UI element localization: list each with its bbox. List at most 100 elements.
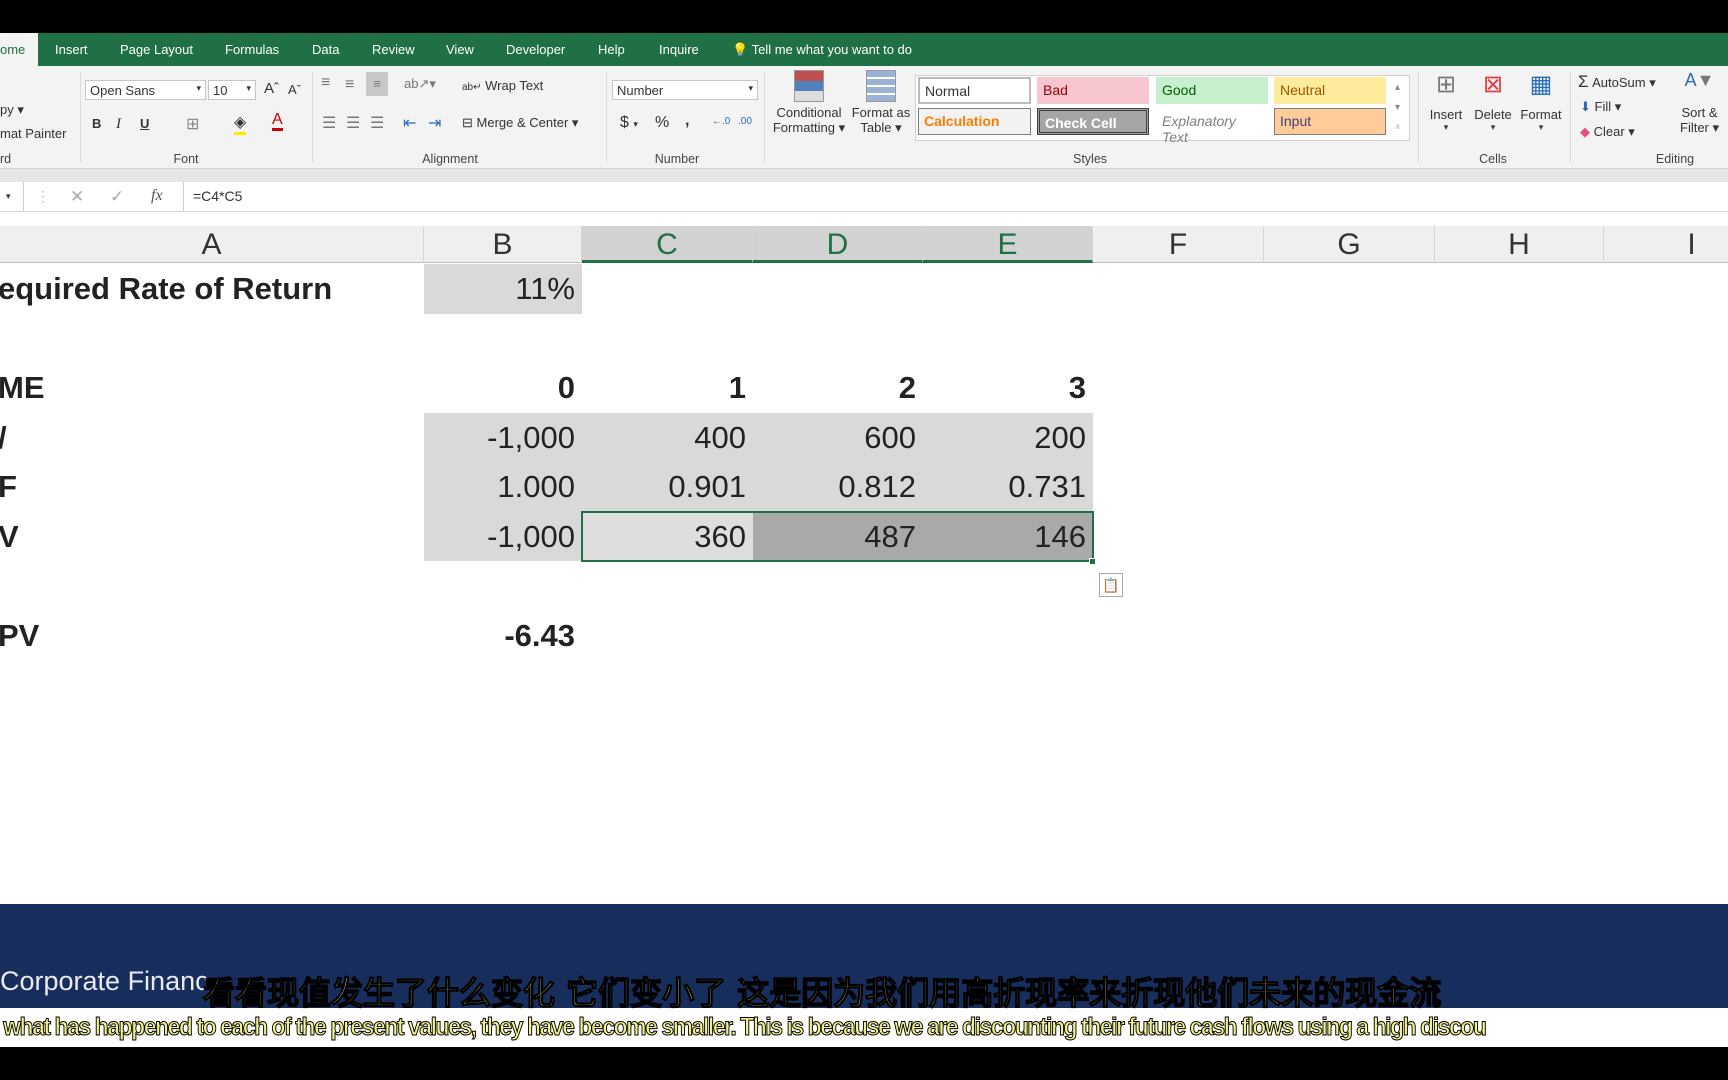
tab-formulas[interactable]: Formulas — [225, 42, 279, 57]
formula-input[interactable]: =C4*C5 — [193, 188, 242, 204]
style-check-cell[interactable]: Check Cell — [1037, 108, 1149, 135]
increase-indent-icon[interactable]: ⇥ — [428, 113, 441, 133]
tab-developer[interactable]: Developer — [506, 42, 565, 57]
cell-b3[interactable]: 0 — [424, 363, 582, 413]
cell-c3[interactable]: 1 — [582, 363, 753, 413]
cancel-icon[interactable]: ✕ — [70, 187, 84, 207]
font-size-select[interactable]: 10 ▾ — [208, 80, 256, 100]
cell-b6[interactable]: -1,000 — [424, 511, 582, 561]
tab-page-layout[interactable]: Page Layout — [120, 42, 193, 57]
wrap-text-button[interactable]: ab↵ Wrap Text — [462, 78, 543, 93]
name-box-dropdown[interactable]: ▾ — [0, 182, 24, 211]
fill-handle[interactable] — [1089, 558, 1096, 565]
column-header-g[interactable]: G — [1264, 226, 1435, 263]
tab-help[interactable]: Help — [598, 42, 625, 57]
cell-e3[interactable]: 3 — [923, 363, 1093, 413]
align-left-icon[interactable]: ☰ — [322, 113, 336, 133]
insert-function-icon[interactable]: fx — [151, 187, 163, 205]
cell-b5[interactable]: 1.000 — [424, 462, 582, 512]
cell-d5[interactable]: 0.812 — [753, 462, 923, 512]
column-header-h[interactable]: H — [1435, 226, 1604, 263]
style-bad[interactable]: Bad — [1037, 77, 1149, 104]
enter-icon[interactable]: ✓ — [110, 187, 124, 207]
underline-button[interactable]: U — [140, 116, 149, 131]
top-align-icon[interactable]: ≡ — [321, 74, 330, 92]
fill-color-icon[interactable]: ◈ — [234, 112, 247, 135]
format-cells-button[interactable]: ▦ Format ▾ — [1518, 70, 1564, 133]
cell-e4[interactable]: 200 — [923, 412, 1093, 462]
bottom-align-icon[interactable]: ≡ — [366, 72, 388, 96]
italic-button[interactable]: I — [116, 116, 121, 133]
format-cells-icon: ▦ — [1529, 71, 1553, 98]
number-format-select[interactable]: Number ▾ — [612, 80, 758, 100]
format-painter-button[interactable]: mat Painter — [0, 126, 66, 141]
style-good[interactable]: Good — [1156, 77, 1268, 104]
column-header-d[interactable]: D — [753, 226, 923, 263]
column-header-f[interactable]: F — [1093, 226, 1264, 263]
column-header-a[interactable]: A — [0, 226, 424, 263]
cell-c5[interactable]: 0.901 — [582, 462, 753, 512]
clear-button[interactable]: ◆ Clear ▾ — [1580, 124, 1635, 140]
tell-me-search[interactable]: 💡 Tell me what you want to do — [732, 42, 912, 58]
increase-decimal-button[interactable]: ←.0 — [712, 116, 730, 127]
cell-a6[interactable]: V — [0, 512, 424, 562]
style-input[interactable]: Input — [1274, 108, 1386, 135]
cell-a8[interactable]: PV — [0, 611, 424, 661]
column-header-i[interactable]: I — [1604, 226, 1728, 263]
style-calculation[interactable]: Calculation — [918, 108, 1031, 135]
cell-c6[interactable]: 360 — [582, 511, 753, 561]
sort-filter-button[interactable]: A▼ Sort & Filter ▾ — [1680, 70, 1719, 136]
styles-scroll-buttons[interactable]: ▴ ▾ ⩡ — [1395, 78, 1401, 138]
autosum-button[interactable]: Σ AutoSum ▾ — [1578, 72, 1656, 92]
currency-button[interactable]: $ ▾ — [620, 114, 638, 132]
tab-view[interactable]: View — [446, 42, 474, 57]
font-color-icon[interactable]: A — [272, 112, 283, 131]
cell-a5[interactable]: F — [0, 462, 424, 512]
style-normal[interactable]: Normal — [918, 77, 1031, 104]
align-right-icon[interactable]: ☰ — [370, 113, 384, 133]
cell-a4[interactable]: / — [0, 413, 424, 463]
tab-inquire[interactable]: Inquire — [659, 42, 699, 57]
cell-e6[interactable]: 146 — [923, 511, 1093, 561]
tab-review[interactable]: Review — [372, 42, 415, 57]
quick-analysis-icon[interactable]: 📋 — [1099, 573, 1123, 597]
delete-cells-button[interactable]: ⊠ Delete ▾ — [1472, 70, 1514, 133]
cell-d6[interactable]: 487 — [753, 511, 923, 561]
fill-button[interactable]: ⬇ Fill ▾ — [1580, 99, 1621, 115]
cell-d4[interactable]: 600 — [753, 412, 923, 462]
decrease-decimal-button[interactable]: .00 — [738, 116, 752, 127]
cell-c4[interactable]: 400 — [582, 412, 753, 462]
column-header-c[interactable]: C — [582, 226, 753, 263]
cell-b1[interactable]: 11% — [424, 264, 582, 314]
font-name-select[interactable]: Open Sans ▾ — [85, 80, 206, 100]
decrease-indent-icon[interactable]: ⇤ — [403, 113, 416, 133]
copy-button[interactable]: py ▾ — [0, 102, 24, 118]
cell-e5[interactable]: 0.731 — [923, 462, 1093, 512]
tab-data[interactable]: Data — [312, 42, 339, 57]
column-header-e[interactable]: E — [923, 226, 1093, 263]
format-as-table-button[interactable]: Format as Table ▾ — [850, 70, 912, 136]
cell-a1[interactable]: equired Rate of Return — [0, 264, 424, 314]
percent-button[interactable]: % — [655, 114, 669, 132]
cell-b4[interactable]: -1,000 — [424, 412, 582, 462]
align-center-icon[interactable]: ☰ — [346, 113, 360, 133]
cell-d3[interactable]: 2 — [753, 363, 923, 413]
orientation-icon[interactable]: ab↗▾ — [404, 76, 436, 92]
cell-a3[interactable]: ME — [0, 363, 424, 413]
cell-b8[interactable]: -6.43 — [424, 611, 582, 661]
merge-center-button[interactable]: ⊟ Merge & Center ▾ — [462, 115, 578, 131]
shrink-font-button[interactable]: Aˇ — [288, 82, 301, 97]
comma-button[interactable]: , — [685, 112, 689, 130]
bold-button[interactable]: B — [92, 116, 101, 131]
tab-home[interactable]: ome — [0, 33, 38, 66]
grow-font-button[interactable]: Aˆ — [264, 80, 279, 97]
insert-cells-button[interactable]: ⊞ Insert ▾ — [1425, 70, 1467, 133]
conditional-formatting-icon — [794, 70, 824, 102]
borders-icon[interactable]: ⊞ — [186, 114, 199, 134]
style-explanatory-text[interactable]: Explanatory Text — [1156, 108, 1268, 145]
style-neutral[interactable]: Neutral — [1274, 77, 1386, 104]
tab-insert[interactable]: Insert — [55, 42, 88, 57]
conditional-formatting-button[interactable]: Conditional Formatting ▾ — [771, 70, 847, 136]
column-header-b[interactable]: B — [424, 226, 582, 263]
middle-align-icon[interactable]: ≡ — [345, 76, 354, 94]
